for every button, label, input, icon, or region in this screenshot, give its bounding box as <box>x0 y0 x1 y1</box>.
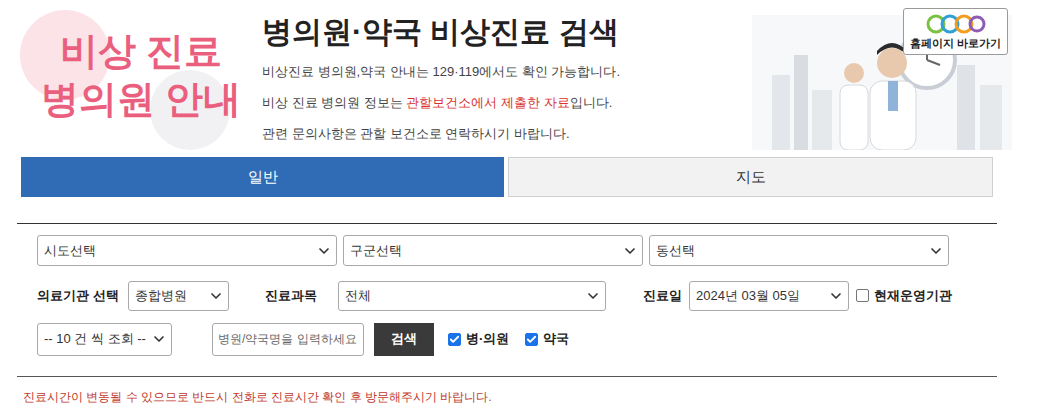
department-label: 진료과목 <box>265 286 338 306</box>
search-form: 시도선택 구군선택 동선택의료기관 선택 종합병원 진료과목 전체 진료일 2024년 03월… <box>17 223 997 377</box>
checkbox-label: 현재운영기관 <box>874 286 952 306</box>
checkbox-box[interactable] <box>525 333 538 346</box>
checkbox-box[interactable] <box>856 289 869 302</box>
type-checkbox[interactable]: 약국 <box>525 329 569 349</box>
chevron-down-icon <box>828 288 844 304</box>
footer-note: 진료시간이 변동될 수 있으므로 반드시 전화로 진료시간 확인 후 방문해주시… <box>23 388 1037 406</box>
hero-banner: 비상 진료병의원 안내 <box>0 0 262 150</box>
tab-bar: 일반지도 <box>21 157 993 197</box>
checkbox-label: 병·의원 <box>466 329 509 349</box>
select-value: 종합병원 <box>135 286 187 306</box>
hero-text: 비상 진료 <box>60 27 223 75</box>
chevron-down-icon <box>151 331 167 347</box>
search-row: -- 10 건 씩 조회 -- 검색 병·의원 약국 <box>37 322 997 356</box>
homepage-link[interactable]: 홈페이지 바로가기 <box>903 8 1008 55</box>
homepage-link-label: 홈페이지 바로가기 <box>910 35 1001 51</box>
notice-line: 비상 진료 병의원 정보는 관할보건소에서 제출한 자료입니다. <box>262 87 752 118</box>
egen-logo-icon <box>926 13 986 35</box>
select-value: 구군선택 <box>350 241 402 261</box>
select-value: 동선택 <box>656 241 695 261</box>
tab[interactable]: 지도 <box>508 157 993 197</box>
filter-row: 의료기관 선택 종합병원 진료과목 전체 진료일 2024년 03월 05일 현재운영기관 <box>37 280 997 311</box>
page-title: 병의원·약국 비상진료 검색 <box>262 12 752 52</box>
institution-select[interactable]: 종합병원 <box>128 281 229 311</box>
department-select[interactable]: 전체 <box>338 281 606 311</box>
check-icon <box>449 334 460 345</box>
page-size-select[interactable]: -- 10 건 씩 조회 -- <box>37 323 172 356</box>
check-icon <box>526 334 537 345</box>
chevron-down-icon <box>316 243 332 259</box>
header: 비상 진료병의원 안내병의원·약국 비상진료 검색비상진료 병의원,약국 안내는… <box>0 0 1037 150</box>
region-select[interactable]: 시도선택 <box>37 235 337 266</box>
search-button[interactable]: 검색 <box>374 323 434 356</box>
checkbox-box[interactable] <box>448 333 461 346</box>
notice-line: 비상진료 병의원,약국 안내는 129·119에서도 확인 가능합니다. <box>262 56 752 87</box>
header-text: 병의원·약국 비상진료 검색비상진료 병의원,약국 안내는 129·119에서도… <box>262 0 752 150</box>
date-select[interactable]: 2024년 03월 05일 <box>689 281 849 311</box>
tab[interactable]: 일반 <box>21 157 504 197</box>
notice-line: 관련 문의사항은 관할 보건소로 연락하시기 바랍니다. <box>262 118 752 149</box>
operating-now-checkbox[interactable]: 현재운영기관 <box>856 286 952 306</box>
chevron-down-icon <box>585 288 601 304</box>
type-checkbox[interactable]: 병·의원 <box>448 329 509 349</box>
region-select[interactable]: 구군선택 <box>343 235 643 266</box>
page: 비상 진료병의원 안내병의원·약국 비상진료 검색비상진료 병의원,약국 안내는… <box>0 0 1037 412</box>
chevron-down-icon <box>208 288 224 304</box>
chevron-down-icon <box>928 243 944 259</box>
region-row: 시도선택 구군선택 동선택 <box>37 235 997 266</box>
select-value: -- 10 건 씩 조회 -- <box>44 329 146 349</box>
hero-text: 병의원 안내 <box>41 75 242 123</box>
chevron-down-icon <box>622 243 638 259</box>
name-search-input[interactable] <box>212 323 364 356</box>
institution-label: 의료기관 선택 <box>37 286 128 306</box>
date-label: 진료일 <box>643 286 689 306</box>
checkbox-label: 약국 <box>543 329 569 349</box>
select-value: 2024년 03월 05일 <box>696 286 800 306</box>
region-select[interactable]: 동선택 <box>649 235 949 266</box>
select-value: 전체 <box>345 286 371 306</box>
select-value: 시도선택 <box>44 241 96 261</box>
